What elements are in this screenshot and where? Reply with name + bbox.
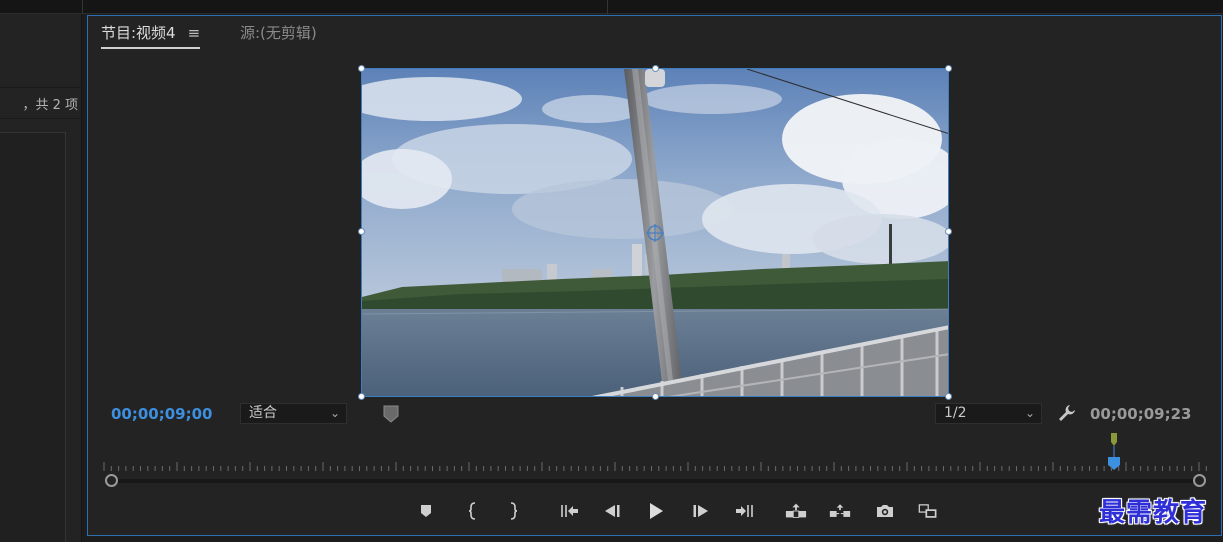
playhead-timecode[interactable]: 00;00;09;00 [111, 405, 213, 423]
program-monitor: 节目:视频4 ≡ 源:(无剪辑) 00;00;09;00 适合 ⌄ 1/2 ⌄ … [87, 15, 1222, 536]
item-count: ，共 2 项 [22, 98, 78, 113]
wrench-icon[interactable] [1057, 403, 1077, 423]
playback-resolution-select[interactable]: 1/2 ⌄ [935, 403, 1042, 424]
go-to-in-button[interactable] [559, 500, 581, 522]
chevron-down-icon: ⌄ [329, 406, 340, 420]
camera-icon [877, 505, 893, 517]
project-list[interactable] [0, 132, 66, 542]
transform-handle[interactable] [945, 228, 952, 235]
zoom-handle-left[interactable] [105, 474, 118, 487]
mark-in-button[interactable] [462, 500, 484, 522]
step-forward-button[interactable] [690, 500, 712, 522]
go-to-out-button[interactable] [733, 500, 755, 522]
duration-timecode: 00;00;09;23 [1090, 405, 1192, 423]
transform-handle[interactable] [652, 65, 659, 72]
divider [0, 118, 82, 119]
chevron-down-icon: ⌄ [1024, 406, 1035, 420]
video-preview[interactable] [361, 68, 949, 397]
transform-handle[interactable] [652, 393, 659, 400]
panel-menu-icon[interactable]: ≡ [188, 24, 201, 42]
lift-button[interactable] [785, 500, 807, 522]
video-frame-image [362, 69, 948, 396]
play-button[interactable] [645, 500, 667, 522]
lift-icon [785, 503, 807, 518]
comparison-icon [918, 504, 937, 518]
tab-program[interactable]: 节目:视频4 ≡ [101, 22, 201, 49]
top-panel-bar [0, 0, 1223, 14]
step-back-button[interactable] [601, 500, 623, 522]
divider [0, 87, 82, 88]
comparison-view-button[interactable] [917, 500, 939, 522]
mark-out-icon [510, 502, 518, 520]
zoom-handle-right[interactable] [1193, 474, 1206, 487]
transform-handle[interactable] [358, 228, 365, 235]
mark-in-icon [468, 502, 476, 520]
mark-out-button[interactable] [502, 500, 524, 522]
watermark-logo: 最需教育 [1099, 498, 1208, 528]
step-back-icon [605, 505, 620, 517]
marker-shield-icon[interactable] [383, 405, 399, 423]
transform-handle[interactable] [945, 393, 952, 400]
transport-controls [88, 500, 1221, 524]
panel-divider [607, 0, 608, 14]
go-to-out-icon [736, 505, 753, 517]
add-marker-button[interactable] [415, 500, 437, 522]
zoom-level-select[interactable]: 适合 ⌄ [240, 403, 347, 424]
project-panel: ，共 2 项 [0, 14, 82, 542]
export-frame-button[interactable] [874, 500, 896, 522]
zoom-level-value: 适合 [249, 405, 277, 421]
extract-button[interactable] [829, 500, 851, 522]
step-forward-icon [693, 505, 708, 517]
tab-source[interactable]: 源:(无剪辑) [240, 22, 317, 43]
time-ruler[interactable] [102, 460, 1208, 472]
transform-handle[interactable] [945, 65, 952, 72]
play-icon [650, 503, 663, 519]
marker-icon [421, 505, 431, 517]
go-to-in-icon [561, 505, 578, 517]
transform-handle[interactable] [358, 65, 365, 72]
panel-divider [82, 0, 83, 14]
zoom-scrollbar[interactable] [108, 479, 1201, 483]
extract-icon [829, 504, 851, 517]
resolution-value: 1/2 [944, 405, 967, 421]
transform-handle[interactable] [358, 393, 365, 400]
tab-program-label: 节目:视频4 [101, 24, 176, 42]
